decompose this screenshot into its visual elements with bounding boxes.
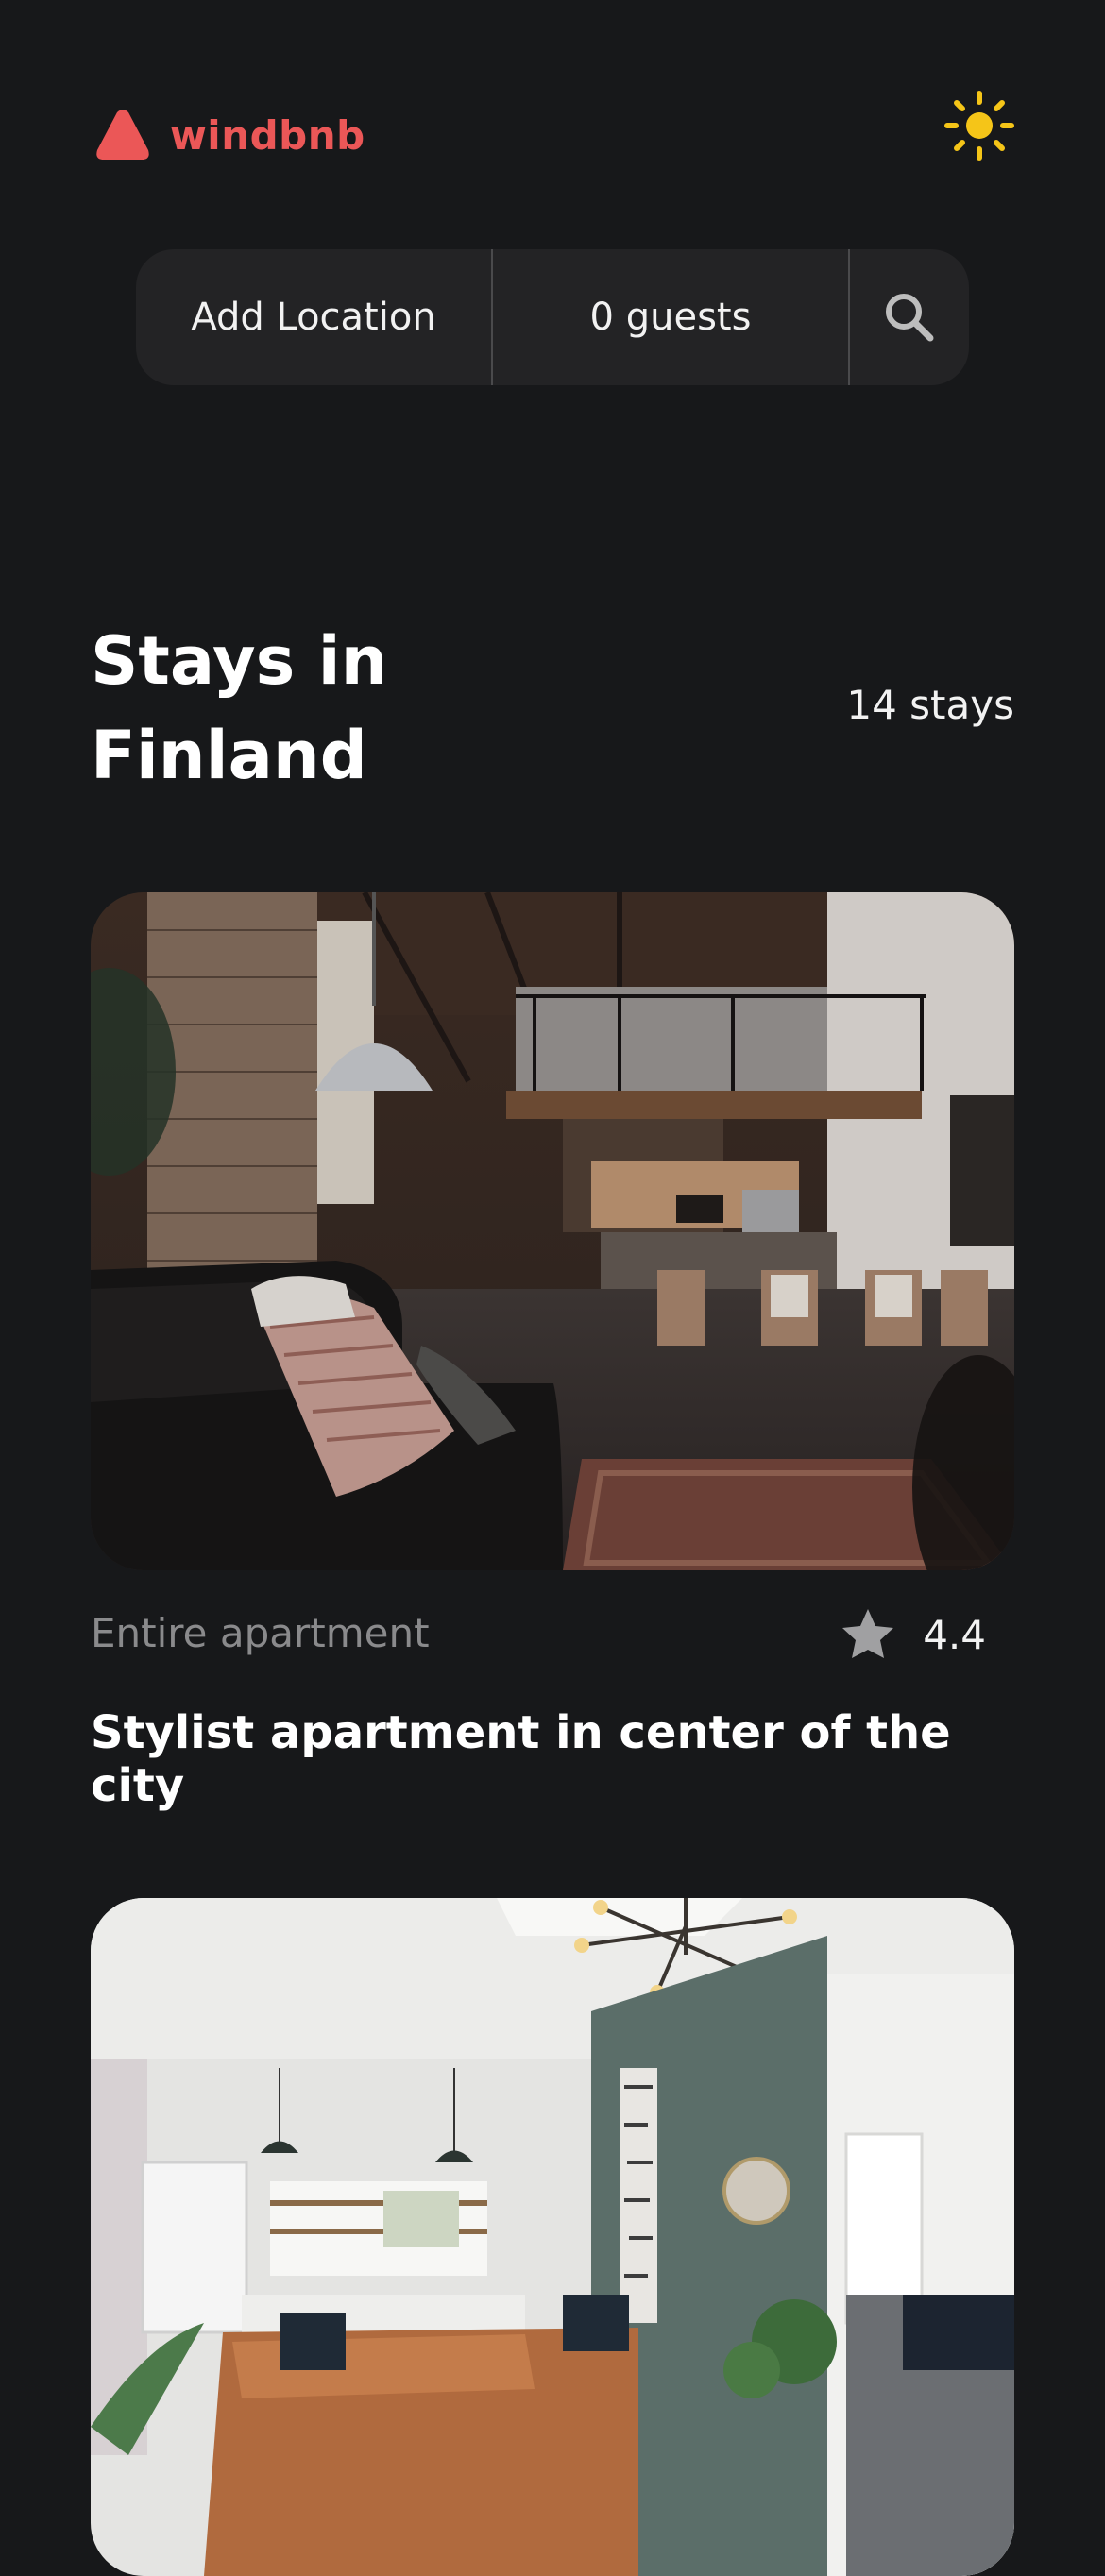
stay-title[interactable]: Stylist apartment in center of the city — [91, 1706, 1014, 1812]
search-icon — [886, 294, 934, 342]
card-meta: Entire apartment 4.4 — [91, 1609, 1014, 1667]
brand-logo[interactable]: windbnb — [94, 102, 366, 168]
search-button[interactable] — [850, 249, 969, 385]
bright-living-room-photo — [91, 1898, 1014, 2576]
loft-living-room-photo — [91, 892, 1014, 1570]
search-bar: Add Location 0 guests — [136, 249, 969, 385]
brand-name: windbnb — [170, 111, 366, 159]
location-label: Add Location — [191, 296, 436, 339]
sun-icon — [944, 91, 1014, 161]
stay-type: Entire apartment — [91, 1610, 430, 1656]
stay-card[interactable] — [91, 1898, 1014, 2576]
rating-value: 4.4 — [923, 1611, 986, 1658]
guests-button[interactable]: 0 guests — [493, 249, 848, 385]
triangle-logo-icon — [96, 110, 149, 160]
page-title: Stays in Finland — [91, 622, 388, 794]
rating: 4.4 — [840, 1606, 986, 1663]
theme-toggle-button[interactable] — [944, 91, 1014, 161]
add-location-button[interactable]: Add Location — [136, 249, 491, 385]
stay-card[interactable]: Entire apartment 4.4 Stylist apartment i… — [91, 892, 1014, 1812]
guests-label: 0 guests — [589, 296, 752, 339]
star-icon — [842, 1609, 894, 1658]
stay-count: 14 stays — [846, 682, 1014, 728]
